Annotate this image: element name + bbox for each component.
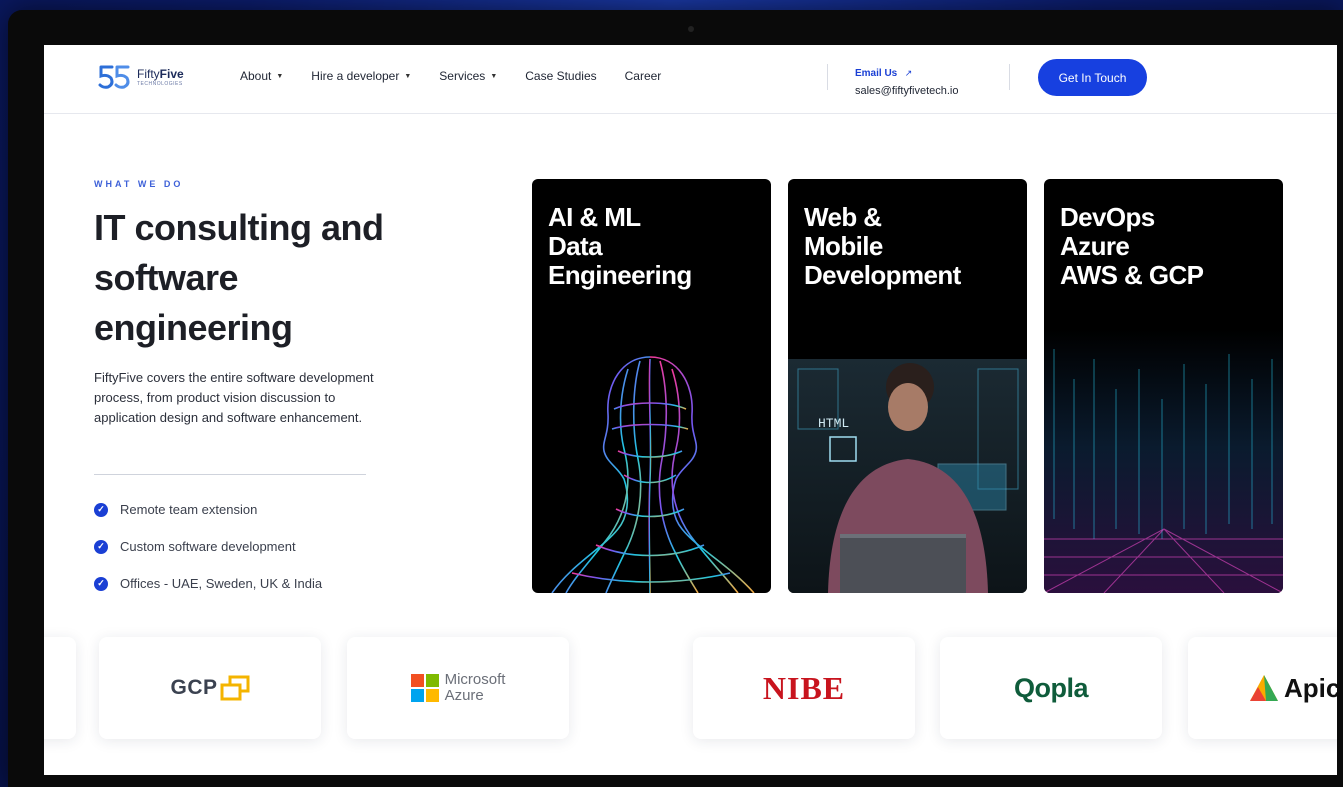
section-eyebrow: WHAT WE DO [94, 179, 184, 189]
partner-card-nibe: NIBE [693, 637, 915, 739]
service-card-devops[interactable]: DevOps Azure AWS & GCP [1044, 179, 1283, 593]
fiftyfive-logo[interactable]: FiftyFive TECHNOLOGIES [98, 63, 184, 91]
nav-hire-a-developer[interactable]: Hire a developer ▼ [311, 69, 411, 83]
hero-description: FiftyFive covers the entire software dev… [94, 370, 374, 425]
site-header: FiftyFive TECHNOLOGIES About ▼ Hire a dev… [44, 45, 1337, 114]
nibe-logo-text: NIBE [762, 669, 846, 706]
nav-services[interactable]: Services ▼ [439, 69, 497, 83]
list-item: ✓ Remote team extension [94, 491, 322, 528]
service-card-title: AI & ML Data Engineering [548, 202, 692, 290]
email-contact[interactable]: Email Us ↗ sales@fiftyfivetech.io [855, 63, 959, 97]
caret-down-icon: ▼ [276, 72, 284, 80]
partner-card-gcp: GCP [99, 637, 321, 739]
external-arrow-icon: ↗ [904, 68, 913, 78]
service-card-web-mobile[interactable]: HTML Web & Mobile Development [788, 179, 1027, 593]
website-screen: FiftyFive TECHNOLOGIES About ▼ Hire a dev… [44, 45, 1337, 775]
laptop-frame: FiftyFive TECHNOLOGIES About ▼ Hire a dev… [8, 10, 1343, 787]
partner-card-qopla: Qopla [940, 637, 1162, 739]
email-us-link[interactable]: Email Us [855, 68, 897, 79]
fiftyfive-logo-mark-icon [98, 65, 130, 89]
nav-career[interactable]: Career [625, 69, 662, 83]
get-in-touch-button[interactable]: Get In Touch [1038, 59, 1147, 96]
service-card-ai-ml[interactable]: AI & ML Data Engineering [532, 179, 771, 593]
list-item: ✓ Custom software development [94, 528, 322, 565]
main-nav: About ▼ Hire a developer ▼ Services ▼ Case … [240, 69, 689, 83]
nav-case-studies[interactable]: Case Studies [525, 69, 596, 83]
caret-down-icon: ▼ [490, 72, 498, 80]
apic-logo-text: Apic [1284, 672, 1337, 703]
caret-down-icon: ▼ [404, 72, 412, 80]
email-address[interactable]: sales@fiftyfivetech.io [855, 85, 959, 97]
microsoft-logo-icon [410, 674, 439, 702]
gcp-logo-icon [220, 675, 249, 701]
qopla-logo-text: Qopla [1013, 672, 1089, 703]
check-circle-icon: ✓ [94, 502, 108, 517]
header-divider [827, 64, 828, 90]
apic-logo-icon [1250, 675, 1278, 701]
list-item: ✓ Offices - UAE, Sweden, UK & India [94, 565, 322, 602]
service-card-title: DevOps Azure AWS & GCP [1060, 202, 1204, 290]
partner-card-apic: Apic [1188, 637, 1337, 739]
hero-title: IT consulting and software engineering [94, 207, 384, 348]
svg-text:HTML: HTML [818, 416, 849, 431]
header-divider [1009, 64, 1010, 90]
check-circle-icon: ✓ [94, 539, 108, 554]
microsoft-logo-text: Microsoft [444, 671, 506, 688]
partner-logos-strip: GCP Microsoft Azure NIBE Qopla Apic [44, 633, 1337, 775]
check-circle-icon: ✓ [94, 576, 108, 591]
service-card-title: Web & Mobile Development [804, 202, 961, 290]
logo-subtitle: TECHNOLOGIES [137, 80, 183, 87]
nav-about[interactable]: About ▼ [240, 69, 283, 83]
partner-card-microsoft-azure: Microsoft Azure [347, 637, 569, 739]
gcp-logo-text: GCP [170, 676, 218, 699]
logo-name: FiftyFive [137, 66, 184, 81]
camera-dot [688, 26, 694, 32]
azure-logo-text: Azure [444, 687, 484, 704]
feature-checklist: ✓ Remote team extension ✓ Custom softwar… [94, 491, 322, 602]
partner-card [44, 637, 76, 739]
hero-divider [94, 474, 366, 475]
